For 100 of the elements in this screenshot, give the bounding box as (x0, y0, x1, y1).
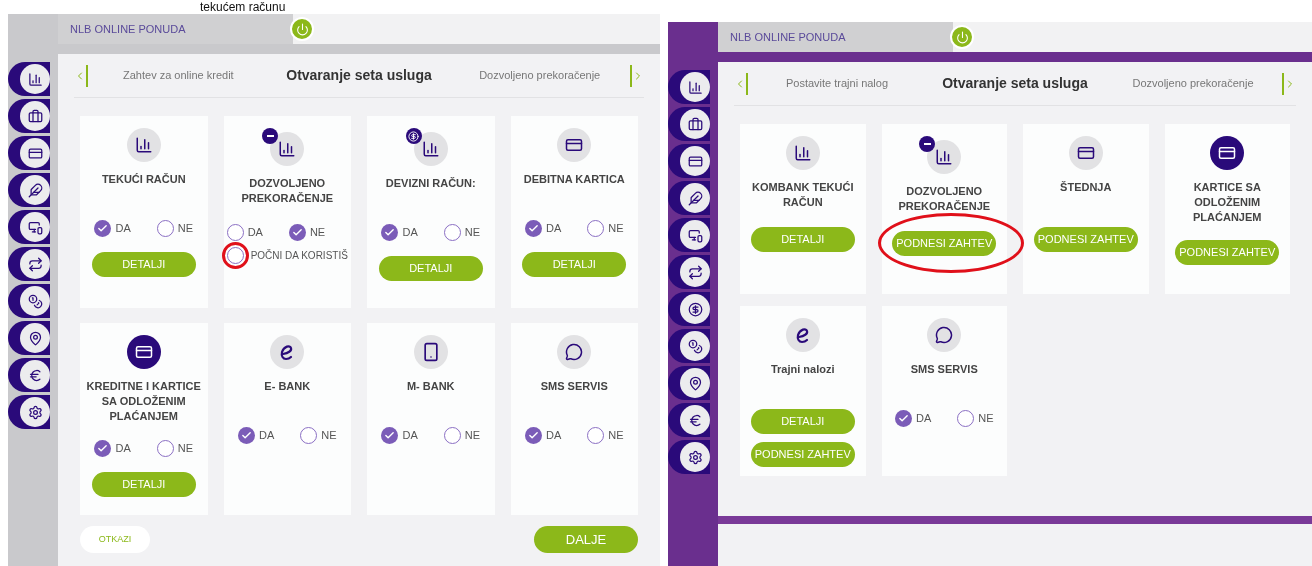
checkmark-icon (384, 430, 396, 441)
option-label: DA (545, 221, 562, 237)
option-label: NE (608, 221, 624, 237)
radio[interactable] (587, 427, 605, 444)
option-label: NE (464, 225, 481, 241)
header-title: NLB ONLINE PONUDA (70, 21, 186, 37)
action-button[interactable]: PODNESI ZAHTEV (750, 441, 855, 467)
checked-radio[interactable] (894, 410, 912, 427)
sidebar-tab[interactable] (8, 173, 50, 207)
checkmark-icon (384, 227, 396, 238)
sidebar-tab[interactable] (668, 70, 710, 104)
option-label: DA (258, 428, 275, 444)
sidebar-tab[interactable] (8, 321, 50, 355)
bar-chart-glyph-icon (134, 136, 153, 154)
checked-radio[interactable] (524, 427, 542, 444)
action-button[interactable]: DETALJI (91, 251, 196, 277)
bar-chart-minus-icon (262, 128, 305, 166)
card-title: M- BANK (405, 379, 456, 394)
checked-radio[interactable] (381, 427, 399, 444)
sidebar-tab[interactable] (8, 284, 50, 318)
previous-step[interactable]: Zahtev za online kredit (88, 67, 269, 84)
sidebar-tab[interactable] (668, 255, 710, 289)
sidebar-tab[interactable] (8, 395, 50, 429)
sidebar-tab[interactable] (668, 181, 710, 215)
action-button[interactable]: PODNESI ZAHTEV (1033, 226, 1138, 252)
option-label: DA (402, 225, 418, 241)
repeat-icon (20, 249, 50, 279)
option-label: POČNI DA KORISTIŠ (250, 248, 348, 263)
euro-icon (20, 360, 50, 390)
sidebar-tab[interactable] (8, 358, 50, 392)
chart-icon (680, 72, 710, 102)
option-label: NE (177, 441, 194, 457)
card-title: KOMBANK TEKUĆI RAČUN (751, 180, 855, 210)
sidebar-tab[interactable] (668, 403, 710, 437)
card-title: E- BANK (263, 379, 312, 394)
action-button[interactable]: PODNESI ZAHTEV (1175, 239, 1280, 265)
card-icon (557, 128, 592, 162)
sidebar-tab[interactable] (668, 218, 710, 252)
current-step: Otvaranje seta usluga (268, 65, 450, 86)
coins-icon (20, 286, 50, 316)
next-step[interactable]: Dozvoljeno prekoračenje (1104, 75, 1282, 92)
action-button[interactable]: DETALJI (750, 226, 855, 252)
settings-icon (20, 397, 50, 427)
card-title: DEVIZNI RAČUN: (384, 176, 477, 191)
bar-chart-dollar-icon (405, 128, 448, 166)
cancel-button[interactable]: OTKAZI (80, 526, 150, 553)
radio[interactable] (226, 224, 244, 241)
sidebar-tab[interactable] (668, 107, 710, 141)
sidebar-tab[interactable] (8, 247, 50, 281)
option-label: NE (177, 221, 194, 237)
checked-radio[interactable] (288, 224, 306, 241)
option-label: NE (321, 428, 337, 444)
card-title: DOZVOLJENO PREKORAČENJE (897, 184, 992, 214)
sidebar-tab[interactable] (668, 292, 710, 326)
radio[interactable] (156, 440, 174, 457)
radio[interactable] (156, 220, 174, 237)
radio[interactable] (443, 427, 461, 444)
map-pin-icon (680, 368, 710, 398)
radio[interactable] (226, 247, 244, 264)
checkmark-icon (291, 227, 303, 238)
sidebar-tab[interactable] (668, 366, 710, 400)
caption-text: tekućem računu (200, 0, 286, 14)
action-button[interactable]: DETALJI (91, 471, 196, 497)
sidebar-tab[interactable] (668, 329, 710, 363)
action-button[interactable]: DETALJI (522, 251, 627, 277)
action-button[interactable]: DETALJI (750, 408, 855, 434)
action-button[interactable]: DETALJI (378, 255, 483, 281)
sidebar-tab[interactable] (668, 440, 710, 474)
card-title: SMS SERVIS (909, 362, 979, 377)
letter-e-icon (270, 335, 305, 369)
option-label: NE (309, 225, 326, 241)
action-button[interactable]: PODNESI ZAHTEV (892, 230, 997, 256)
previous-step[interactable]: Postavite trajni nalog (748, 75, 926, 92)
card-title: Trajni nalozi (769, 362, 836, 377)
checked-radio[interactable] (94, 220, 112, 237)
card-title: ŠTEDNJA (1059, 180, 1113, 195)
checked-radio[interactable] (524, 220, 542, 237)
sidebar-tab[interactable] (8, 99, 50, 133)
next-step[interactable]: Dozvoljeno prekoračenje (449, 67, 630, 84)
sidebar-tab[interactable] (8, 62, 50, 96)
radio[interactable] (300, 427, 318, 444)
option-label: DA (402, 428, 418, 444)
option-label: NE (608, 428, 624, 444)
card-title: TEKUĆI RAČUN (100, 172, 187, 187)
chat-icon (927, 318, 962, 352)
card-icon (1068, 136, 1103, 170)
checked-radio[interactable] (94, 440, 112, 457)
checked-radio[interactable] (237, 427, 255, 444)
radio[interactable] (443, 224, 461, 241)
card-title: DOZVOLJENO PREKORAČENJE (240, 176, 335, 206)
sidebar-tab[interactable] (8, 136, 50, 170)
phone-icon (413, 335, 448, 369)
option-label: DA (247, 225, 263, 241)
radio[interactable] (957, 410, 975, 427)
sidebar-tab[interactable] (668, 144, 710, 178)
next-button[interactable]: DALJE (534, 526, 638, 553)
card-icon (126, 335, 161, 369)
checked-radio[interactable] (381, 224, 399, 241)
sidebar-tab[interactable] (8, 210, 50, 244)
radio[interactable] (587, 220, 605, 237)
